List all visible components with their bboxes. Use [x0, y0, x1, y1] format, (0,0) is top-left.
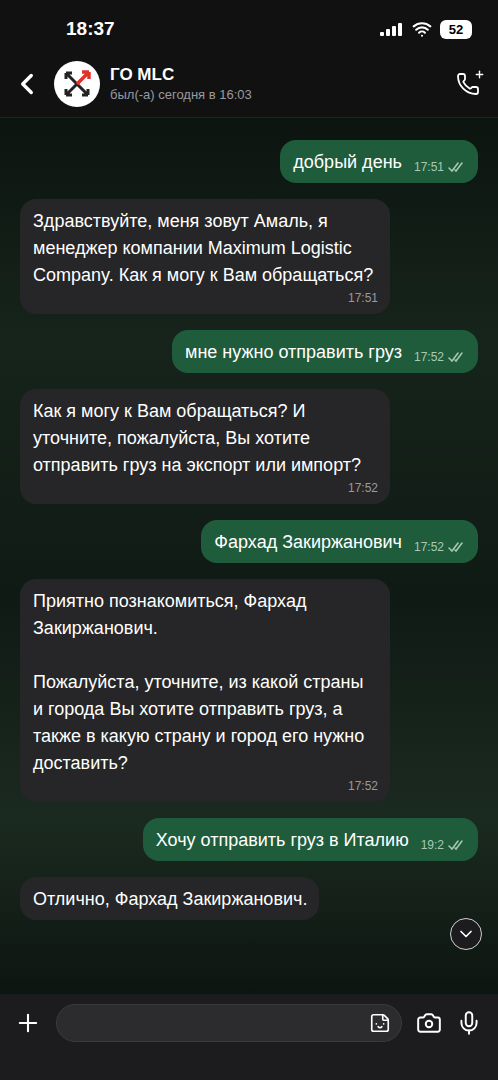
- message-text: Здравствуйте, меня зовут Амаль, я менедж…: [33, 208, 378, 289]
- message-row: Здравствуйте, меня зовут Амаль, я менедж…: [20, 199, 478, 314]
- message-text: Отлично, Фархад Закиржанович.: [33, 886, 307, 913]
- incoming-message[interactable]: Здравствуйте, меня зовут Амаль, я менедж…: [20, 199, 390, 314]
- message-time: 17:52: [414, 538, 444, 556]
- chevron-left-icon: [10, 67, 44, 101]
- add-call-button[interactable]: [456, 72, 480, 96]
- status-time: 18:37: [66, 18, 115, 40]
- plus-small-icon: [474, 69, 485, 80]
- camera-button[interactable]: [416, 1010, 442, 1036]
- outgoing-message[interactable]: мне нужно отправить груз 17:52: [172, 330, 478, 373]
- message-input[interactable]: [56, 1004, 402, 1042]
- wifi-icon: [412, 19, 432, 39]
- plus-icon: [14, 1009, 42, 1037]
- message-row: Фархад Закиржанович 17:52: [20, 520, 478, 563]
- message-time: 17:52: [348, 479, 378, 497]
- message-row: Отлично, Фархад Закиржанович.: [20, 877, 478, 920]
- read-ticks-icon: [448, 352, 466, 363]
- message-meta: 19:2: [409, 836, 466, 854]
- message-time: 17:52: [414, 348, 444, 366]
- message-text: мне нужно отправить груз: [185, 339, 402, 366]
- signal-icon: [380, 22, 404, 36]
- message-text: Как я могу к Вам обращаться? И уточните,…: [33, 398, 378, 479]
- status-bar: 18:37 52: [0, 0, 498, 58]
- message-text: Фархад Закиржанович: [214, 529, 402, 556]
- read-ticks-icon: [448, 542, 466, 553]
- message-time: 17:51: [414, 158, 444, 176]
- message-meta: 17:52: [402, 538, 466, 556]
- read-ticks-icon: [448, 840, 466, 851]
- message-row: мне нужно отправить груз 17:52: [20, 330, 478, 373]
- message-time: 17:52: [348, 777, 378, 795]
- battery-icon: 52: [440, 20, 472, 39]
- plus-badge: [474, 69, 485, 80]
- message-list: добрый день17:51Здравствуйте, меня зовут…: [0, 118, 498, 994]
- camera-icon: [416, 1010, 442, 1036]
- message-text: Хочу отправить груз в Италию: [156, 827, 409, 854]
- incoming-message[interactable]: Отлично, Фархад Закиржанович.: [20, 877, 319, 920]
- status-icons: 52: [380, 19, 472, 39]
- outgoing-message[interactable]: Хочу отправить груз в Италию 19:2: [143, 818, 478, 861]
- back-button[interactable]: [10, 67, 44, 101]
- outgoing-message[interactable]: Фархад Закиржанович 17:52: [201, 520, 478, 563]
- message-text: добрый день: [293, 149, 402, 176]
- message-meta: 17:51: [336, 289, 378, 307]
- contact-info[interactable]: ГО MLC был(-а) сегодня в 16:03: [110, 65, 446, 102]
- message-row: Хочу отправить груз в Италию 19:2: [20, 818, 478, 861]
- contact-name: ГО MLC: [110, 65, 446, 85]
- scroll-down-button[interactable]: [450, 918, 482, 950]
- sticker-icon[interactable]: [369, 1012, 391, 1034]
- last-seen: был(-а) сегодня в 16:03: [110, 87, 446, 102]
- read-ticks-icon: [448, 162, 466, 173]
- message-row: добрый день 17:51: [20, 140, 478, 183]
- message-meta: 17:52: [402, 348, 466, 366]
- message-meta: 17:51: [402, 158, 466, 176]
- top-area: 18:37 52 ГО MLC был(-а) сегодня в 16:03: [0, 0, 498, 118]
- message-text: Приятно познакомиться, Фархад Закиржанов…: [33, 588, 378, 777]
- message-time: 19:2: [421, 836, 444, 854]
- message-row: Как я могу к Вам обращаться? И уточните,…: [20, 389, 478, 504]
- message-time: 17:51: [348, 289, 378, 307]
- message-row: Приятно познакомиться, Фархад Закиржанов…: [20, 579, 478, 802]
- avatar-logo-icon[interactable]: [54, 61, 100, 107]
- chat-header: ГО MLC был(-а) сегодня в 16:03: [0, 58, 498, 118]
- attach-button[interactable]: [14, 1009, 42, 1037]
- phone-icon: [456, 72, 480, 96]
- mic-button[interactable]: [456, 1010, 482, 1036]
- chevron-down-icon: [456, 924, 476, 944]
- outgoing-message[interactable]: добрый день 17:51: [280, 140, 478, 183]
- mic-icon: [456, 1010, 482, 1036]
- incoming-message[interactable]: Как я могу к Вам обращаться? И уточните,…: [20, 389, 390, 504]
- input-bar: [0, 994, 498, 1080]
- message-meta: 17:52: [336, 479, 378, 497]
- message-meta: 17:52: [336, 777, 378, 795]
- chat-screen: 18:37 52 ГО MLC был(-а) сегодня в 16:03 добр…: [0, 0, 498, 1080]
- incoming-message[interactable]: Приятно познакомиться, Фархад Закиржанов…: [20, 579, 390, 802]
